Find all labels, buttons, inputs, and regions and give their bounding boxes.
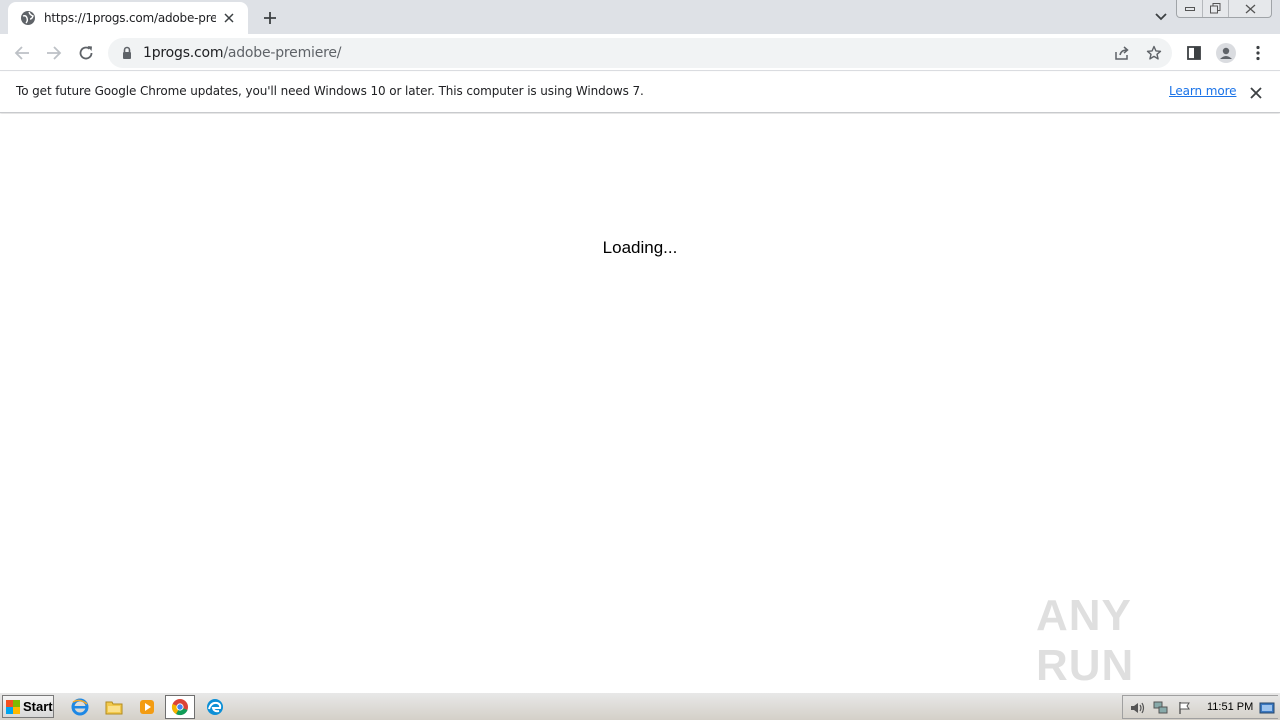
lock-icon[interactable] bbox=[120, 45, 134, 61]
restore-icon bbox=[1210, 3, 1221, 14]
minimize-icon bbox=[1184, 6, 1195, 11]
bookmark-button[interactable] bbox=[1143, 42, 1165, 64]
profile-button[interactable] bbox=[1212, 39, 1240, 67]
share-button[interactable] bbox=[1111, 42, 1133, 64]
window-controls bbox=[1176, 0, 1272, 18]
reload-icon bbox=[79, 46, 93, 60]
action-center-flag-icon[interactable] bbox=[1177, 700, 1193, 716]
reload-button[interactable] bbox=[72, 39, 100, 67]
loading-text: Loading... bbox=[602, 238, 678, 257]
show-desktop-icon[interactable] bbox=[1259, 700, 1275, 716]
windows-taskbar: Start 11:51 PM bbox=[0, 692, 1280, 720]
start-button[interactable]: Start bbox=[2, 695, 54, 718]
arrow-right-icon bbox=[47, 46, 62, 60]
kebab-menu-icon bbox=[1256, 45, 1260, 61]
browser-tab[interactable]: https://1progs.com/adobe-premiere bbox=[8, 2, 248, 34]
arrow-left-icon bbox=[14, 46, 29, 60]
volume-icon[interactable] bbox=[1129, 700, 1145, 716]
chrome-taskbar-icon[interactable] bbox=[165, 695, 195, 719]
tab-title: https://1progs.com/adobe-premiere bbox=[44, 11, 216, 25]
file-explorer-icon[interactable] bbox=[102, 696, 126, 718]
chevron-down-icon bbox=[1155, 13, 1167, 21]
back-button[interactable] bbox=[8, 39, 36, 67]
chrome-menu-button[interactable] bbox=[1244, 39, 1272, 67]
side-panel-icon bbox=[1187, 46, 1201, 60]
share-icon bbox=[1115, 46, 1129, 60]
tab-strip: https://1progs.com/adobe-premiere bbox=[0, 0, 1280, 34]
url-domain: 1progs.com bbox=[143, 45, 224, 61]
close-icon[interactable] bbox=[220, 9, 238, 27]
close-window-button[interactable] bbox=[1229, 0, 1271, 17]
new-tab-button[interactable] bbox=[258, 6, 282, 30]
tab-search-button[interactable] bbox=[1150, 6, 1172, 28]
network-icon[interactable] bbox=[1153, 700, 1169, 716]
system-tray: 11:51 PM bbox=[1122, 695, 1278, 719]
address-bar[interactable]: 1progs.com/adobe-premiere/ bbox=[108, 38, 1172, 68]
url-path: /adobe-premiere/ bbox=[223, 45, 342, 61]
page-content: Loading... ANY RUN bbox=[0, 114, 1280, 692]
avatar-icon bbox=[1216, 43, 1236, 63]
edge-icon[interactable] bbox=[203, 696, 227, 718]
media-player-icon[interactable] bbox=[135, 696, 159, 718]
url-text[interactable]: 1progs.com/adobe-premiere/ bbox=[143, 45, 342, 61]
watermark-text: ANY RUN bbox=[1036, 591, 1135, 690]
forward-button[interactable] bbox=[40, 39, 68, 67]
anyrun-watermark: ANY RUN bbox=[1036, 591, 1236, 690]
close-icon bbox=[1245, 4, 1255, 13]
internet-explorer-icon[interactable] bbox=[68, 696, 92, 718]
minimize-button[interactable] bbox=[1177, 0, 1203, 17]
windows-logo-icon bbox=[6, 699, 20, 714]
star-icon bbox=[1146, 45, 1162, 60]
restore-button[interactable] bbox=[1203, 0, 1229, 17]
update-infobar: To get future Google Chrome updates, you… bbox=[0, 72, 1280, 113]
taskbar-clock[interactable]: 11:51 PM bbox=[1207, 701, 1253, 713]
start-label: Start bbox=[23, 699, 53, 714]
side-panel-button[interactable] bbox=[1180, 39, 1208, 67]
browser-toolbar: 1progs.com/adobe-premiere/ bbox=[0, 34, 1280, 71]
globe-icon bbox=[20, 10, 36, 26]
learn-more-link[interactable]: Learn more bbox=[1169, 84, 1237, 98]
infobar-message: To get future Google Chrome updates, you… bbox=[16, 84, 644, 98]
infobar-close-button[interactable] bbox=[1246, 83, 1266, 103]
plus-icon bbox=[264, 12, 276, 24]
close-icon bbox=[1250, 87, 1262, 99]
